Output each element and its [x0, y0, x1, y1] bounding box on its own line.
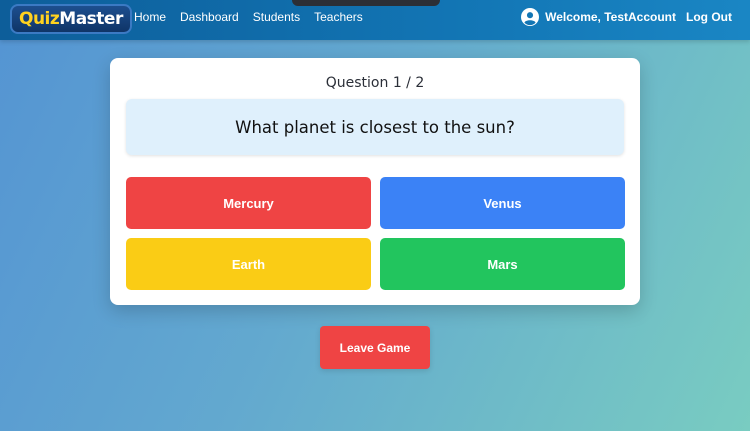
user-circle-icon	[521, 8, 540, 26]
question-text: What planet is closest to the sun?	[235, 117, 515, 137]
logout-link[interactable]: Log Out	[686, 10, 732, 24]
nav-dashboard[interactable]: Dashboard	[180, 10, 239, 24]
logo-text-master: Master	[59, 9, 123, 29]
answer-button-mercury[interactable]: Mercury	[126, 177, 371, 229]
answer-button-venus[interactable]: Venus	[380, 177, 625, 229]
answer-button-mars[interactable]: Mars	[380, 238, 625, 290]
quiz-card: Question 1 / 2 What planet is closest to…	[110, 58, 640, 305]
top-navbar: Quiz Master Home Dashboard Students Teach…	[0, 0, 750, 40]
leave-game-button[interactable]: Leave Game	[320, 326, 430, 369]
nav-links: Home Dashboard Students Teachers	[134, 10, 377, 24]
user-area: Welcome, TestAccount Log Out	[521, 8, 732, 26]
answer-button-earth[interactable]: Earth	[126, 238, 371, 290]
nav-students[interactable]: Students	[253, 10, 300, 24]
top-notch-bar	[292, 0, 440, 6]
question-counter: Question 1 / 2	[325, 75, 425, 91]
quizmaster-logo[interactable]: Quiz Master	[10, 4, 132, 34]
logo-text-quiz: Quiz	[19, 9, 60, 29]
welcome-text: Welcome, TestAccount	[545, 10, 677, 24]
question-box: What planet is closest to the sun?	[126, 99, 624, 155]
nav-home[interactable]: Home	[134, 10, 166, 24]
nav-teachers[interactable]: Teachers	[314, 10, 363, 24]
